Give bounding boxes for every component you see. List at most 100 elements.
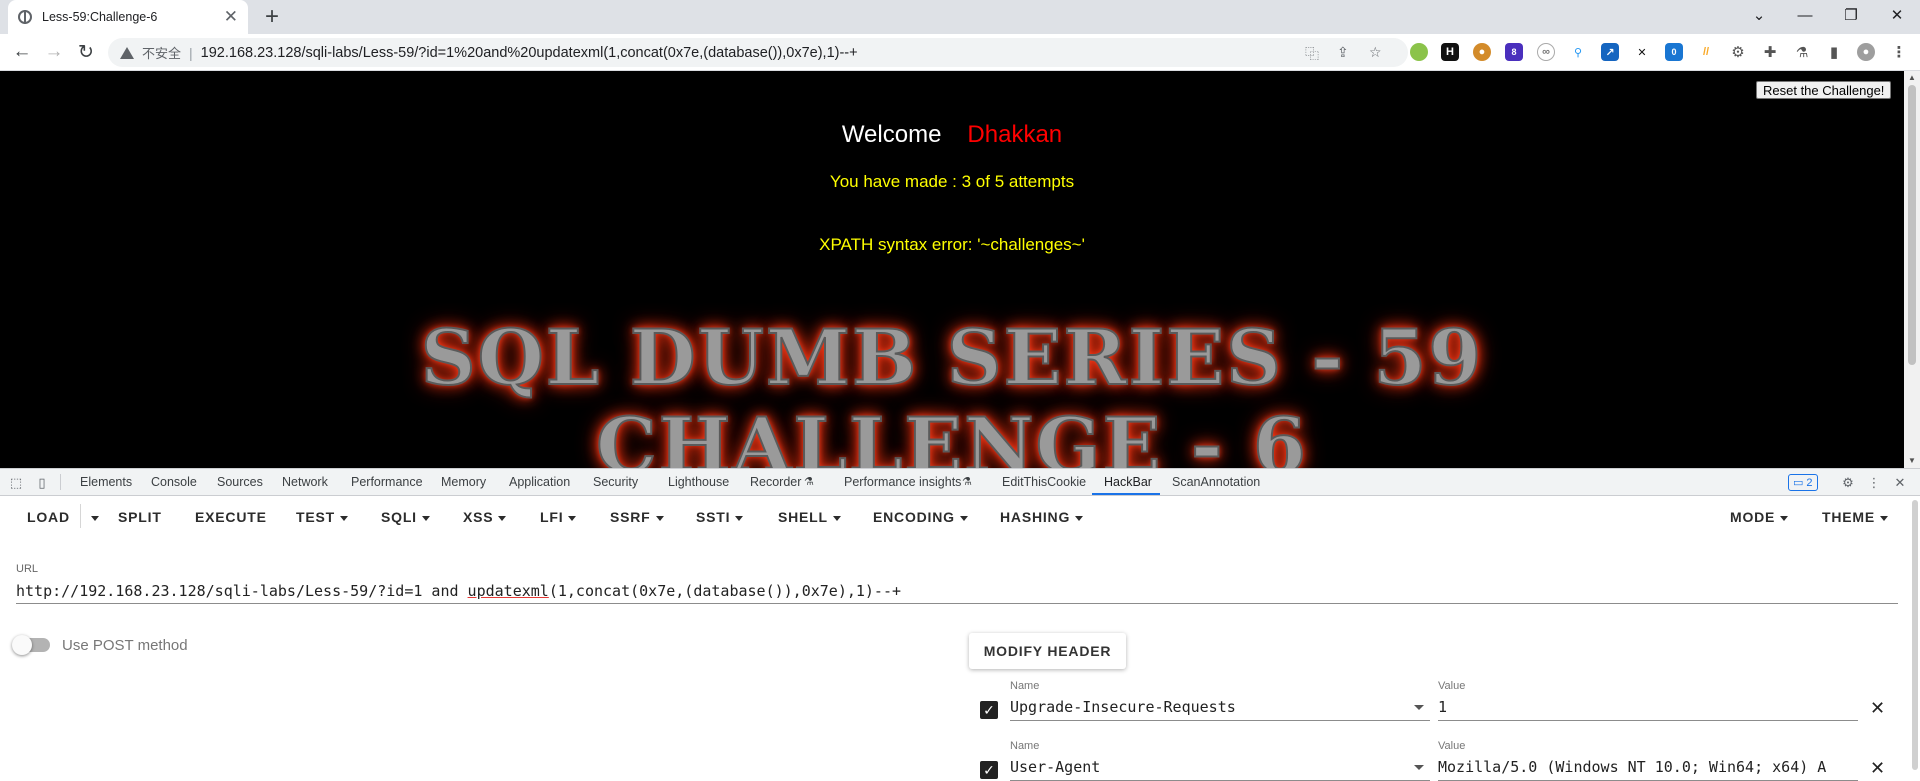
devtools-tab-console[interactable]: Console <box>151 475 197 489</box>
puzzle-icon[interactable]: ✚ <box>1761 43 1779 61</box>
modify-header-button[interactable]: MODIFY HEADER <box>969 633 1126 669</box>
encoding-menu-label: ENCODING <box>873 509 955 525</box>
chevron-down-icon[interactable] <box>1414 705 1424 710</box>
scroll-down-icon[interactable]: ▼ <box>1908 456 1916 465</box>
header-enabled-checkbox[interactable]: ✓ <box>980 761 998 779</box>
url-input[interactable]: http://192.168.23.128/sqli-labs/Less-59/… <box>16 582 1898 604</box>
back-arrow-icon[interactable]: ← <box>8 38 36 66</box>
flask-icon[interactable]: ⚗ <box>1793 43 1811 61</box>
device-toolbar-icon[interactable]: ▯ <box>34 475 50 491</box>
minimize-button[interactable]: — <box>1782 0 1828 30</box>
profile-avatar-icon[interactable]: ● <box>1857 43 1875 61</box>
side-panel-icon[interactable]: ▮ <box>1825 43 1843 61</box>
address-url[interactable]: 192.168.23.128/sqli-labs/Less-59/?id=1%2… <box>201 45 858 61</box>
ssti-menu-label: SSTI <box>696 509 731 525</box>
header-name-input[interactable]: User-Agent <box>1010 755 1430 781</box>
ssti-menu[interactable]: SSTI <box>696 509 744 525</box>
new-tab-button[interactable]: + <box>258 3 286 31</box>
translate-icon[interactable]: ⿻ <box>1305 44 1319 64</box>
header-value-input[interactable]: 1 <box>1438 695 1858 721</box>
hackbar-scrollbar[interactable] <box>1910 496 1920 781</box>
attempts-text: You have made : 3 of 5 attempts <box>829 172 1075 191</box>
devtools-tab-memory[interactable]: Memory <box>441 475 486 489</box>
chart-extension-icon[interactable]: ↗ <box>1601 43 1619 61</box>
hashing-menu[interactable]: HASHING <box>1000 509 1084 525</box>
devtools-tab-bar: ⬚ ▯ Elements Console Sources Network Per… <box>0 468 1920 496</box>
devtools-tab-scanannotation[interactable]: ScanAnnotation <box>1172 475 1260 489</box>
browser-tab[interactable]: Less-59:Challenge-6 ✕ <box>8 0 248 34</box>
page-scrollbar[interactable]: ▲ ▼ <box>1904 71 1920 468</box>
sqli-menu-label: SQLI <box>381 509 417 525</box>
ssrf-menu[interactable]: SSRF <box>610 509 664 525</box>
banner-title-line-2: CHALLENGE - 6 <box>595 400 1308 468</box>
chevron-down-icon <box>498 515 507 521</box>
devtools-tab-recorder[interactable]: Recorder <box>750 475 801 489</box>
test-menu-label: TEST <box>296 509 335 525</box>
hackbar-extension-icon[interactable]: // <box>1697 43 1715 61</box>
extension-badge-icon[interactable]: 8 <box>1505 43 1523 61</box>
test-menu[interactable]: TEST <box>296 509 348 525</box>
issues-badge[interactable]: ▭ 2 <box>1788 474 1818 491</box>
remove-header-icon[interactable]: ✕ <box>1870 698 1885 719</box>
close-tab-icon[interactable]: ✕ <box>224 7 238 27</box>
forward-arrow-icon[interactable]: → <box>40 38 68 66</box>
browser-menu-icon[interactable]: ⋮ <box>1890 43 1908 61</box>
reload-icon[interactable]: ↻ <box>72 38 100 66</box>
lfi-menu[interactable]: LFI <box>540 509 577 525</box>
ssrf-menu-label: SSRF <box>610 509 651 525</box>
devtools-tab-elements[interactable]: Elements <box>80 475 132 489</box>
load-dropdown-icon[interactable] <box>86 509 99 525</box>
devtools-tab-editthiscookie[interactable]: EditThisCookie <box>1002 475 1086 489</box>
link-extension-icon[interactable]: ∞ <box>1537 43 1555 61</box>
scroll-up-icon[interactable]: ▲ <box>1908 73 1916 82</box>
chevron-down-icon[interactable] <box>1414 765 1424 770</box>
xss-menu[interactable]: XSS <box>463 509 507 525</box>
header-enabled-checkbox[interactable]: ✓ <box>980 701 998 719</box>
post-method-label: Use POST method <box>62 637 188 654</box>
load-button[interactable]: LOAD <box>27 509 70 525</box>
sqli-menu[interactable]: SQLI <box>381 509 430 525</box>
inspect-element-icon[interactable]: ⬚ <box>8 475 24 491</box>
mode-menu-label: MODE <box>1730 509 1776 525</box>
devtools-settings-icon[interactable]: ⚙ <box>1840 475 1856 491</box>
tab-search-icon[interactable]: ⌄ <box>1736 0 1782 30</box>
code-extension-icon[interactable]: 0 <box>1665 43 1683 61</box>
x-extension-icon[interactable]: ✕ <box>1633 43 1651 61</box>
encoding-menu[interactable]: ENCODING <box>873 509 968 525</box>
page-scrollbar-thumb[interactable] <box>1908 85 1916 365</box>
pin-extension-icon[interactable]: ⚲ <box>1569 43 1587 61</box>
reset-challenge-button[interactable]: Reset the Challenge! <box>1756 81 1892 99</box>
devtools-tab-performance-insights[interactable]: Performance insights <box>844 475 961 489</box>
bookmark-star-icon[interactable]: ☆ <box>1369 44 1382 61</box>
extension-h-icon[interactable]: H <box>1441 43 1459 61</box>
devtools-close-icon[interactable]: ✕ <box>1892 475 1908 491</box>
devtools-tab-lighthouse[interactable]: Lighthouse <box>668 475 729 489</box>
mode-menu[interactable]: MODE <box>1730 509 1789 525</box>
hackbar-scrollbar-thumb[interactable] <box>1912 500 1918 770</box>
post-method-toggle[interactable] <box>12 635 50 655</box>
share-icon[interactable]: ⇪ <box>1337 44 1349 61</box>
devtools-menu-icon[interactable]: ⋮ <box>1866 475 1882 491</box>
gear-extension-icon[interactable]: ⚙ <box>1729 43 1747 61</box>
close-window-button[interactable]: ✕ <box>1874 0 1920 30</box>
devtools-tab-security[interactable]: Security <box>593 475 638 489</box>
not-secure-label[interactable]: 不安全 <box>142 43 181 62</box>
split-button[interactable]: SPLIT <box>118 509 162 525</box>
extension-circle-icon[interactable] <box>1410 43 1428 61</box>
restore-button[interactable]: ❐ <box>1828 0 1874 30</box>
browser-toolbar: ← → ↻ 不安全 | 192.168.23.128/sqli-labs/Les… <box>0 34 1920 71</box>
shell-menu-label: SHELL <box>778 509 828 525</box>
address-bar[interactable]: 不安全 | 192.168.23.128/sqli-labs/Less-59/?… <box>108 38 1408 67</box>
remove-header-icon[interactable]: ✕ <box>1870 758 1885 779</box>
header-name-input[interactable]: Upgrade-Insecure-Requests <box>1010 695 1430 721</box>
devtools-tab-hackbar[interactable]: HackBar <box>1104 475 1152 489</box>
cookie-icon[interactable]: ● <box>1473 43 1491 61</box>
execute-button[interactable]: EXECUTE <box>195 509 267 525</box>
devtools-tab-network[interactable]: Network <box>282 475 328 489</box>
shell-menu[interactable]: SHELL <box>778 509 841 525</box>
theme-menu[interactable]: THEME <box>1822 509 1888 525</box>
devtools-tab-sources[interactable]: Sources <box>217 475 263 489</box>
devtools-tab-application[interactable]: Application <box>509 475 570 489</box>
header-value-input[interactable]: Mozilla/5.0 (Windows NT 10.0; Win64; x64… <box>1438 755 1858 781</box>
devtools-tab-performance[interactable]: Performance <box>351 475 423 489</box>
